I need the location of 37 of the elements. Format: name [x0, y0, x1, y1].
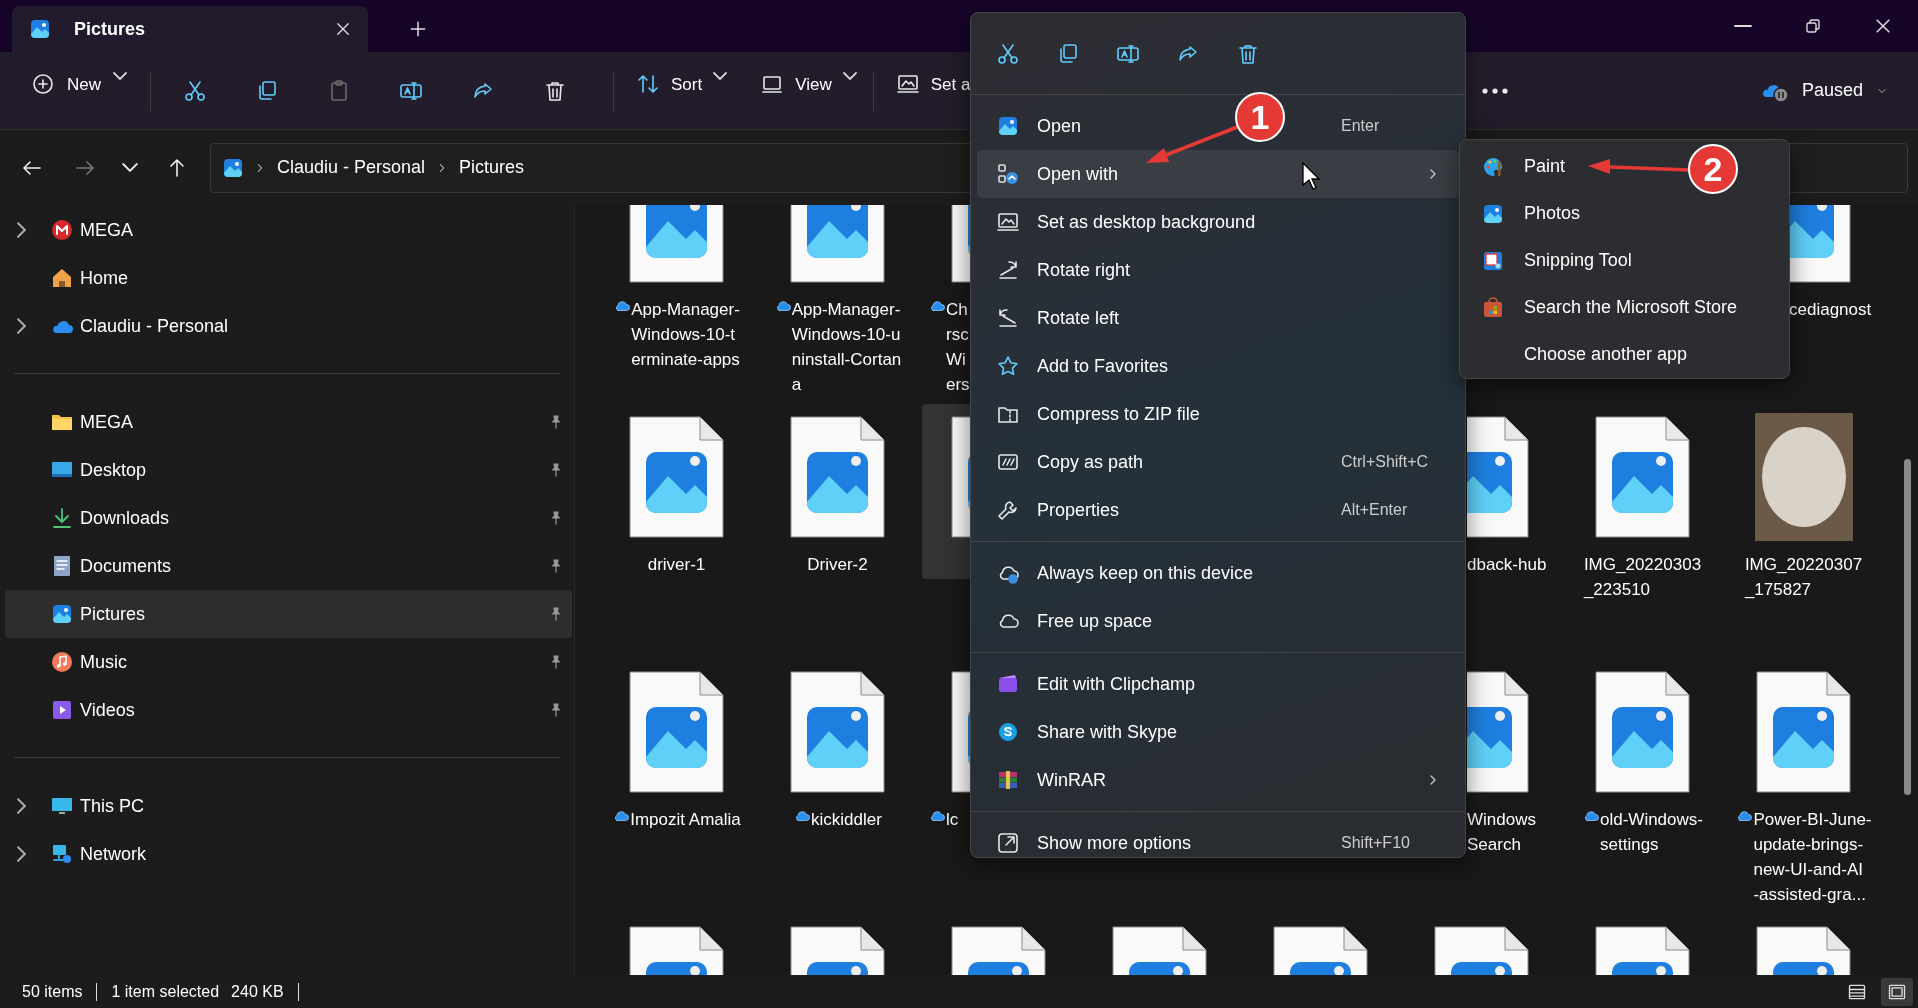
file-name: App-Manager- [631, 299, 740, 321]
file-name: lc [946, 809, 959, 831]
file-name: Windows-10-t [631, 324, 737, 346]
file-name: Impozit Amalia [630, 809, 741, 831]
file-name: App-Manager- [791, 299, 902, 321]
file-name: kickiddler [811, 809, 882, 831]
file-name: dback-hub [1467, 554, 1547, 576]
file-name: Wi [946, 349, 967, 371]
item-count: 50 items [22, 982, 83, 1001]
file-name: -assisted-gra... [1753, 884, 1867, 906]
selection-size: 240 KB [231, 982, 284, 1001]
file-name: rsc [946, 324, 970, 346]
shortcut-label: Ctrl+Shift+C [1341, 453, 1430, 471]
file-name: IMG_20220307 [1744, 554, 1863, 576]
file-name: Windows [1467, 809, 1536, 831]
shortcut-label: Enter [1341, 117, 1381, 135]
file-name: cediagnost [1789, 299, 1872, 321]
file-name: _223510 [1583, 579, 1652, 601]
file-name: Driver-2 [807, 554, 868, 576]
file-name: settings [1600, 834, 1660, 856]
file-name: Search [1467, 834, 1522, 856]
shortcut-label: Shift+F10 [1341, 834, 1411, 852]
file-name: ninstall-Cortan [791, 349, 902, 371]
file-name: erminate-apps [631, 349, 740, 371]
file-name: ers [946, 374, 970, 396]
file-name: update-brings- [1753, 834, 1865, 856]
file-name: new-UI-and-AI [1753, 859, 1865, 881]
file-name: Windows-10-u [791, 324, 902, 346]
file-name: old-Windows- [1600, 809, 1703, 831]
file-name: Ch [946, 299, 969, 321]
selection-count: 1 item selected [111, 982, 220, 1001]
file-name: _175827 [1744, 579, 1813, 601]
shortcut-label: Alt+Enter [1341, 501, 1409, 519]
file-name: driver-1 [647, 554, 706, 576]
file-name: Power-BI-June- [1753, 809, 1872, 831]
file-name: a [791, 374, 803, 396]
file-name: IMG_20220303 [1583, 554, 1702, 576]
